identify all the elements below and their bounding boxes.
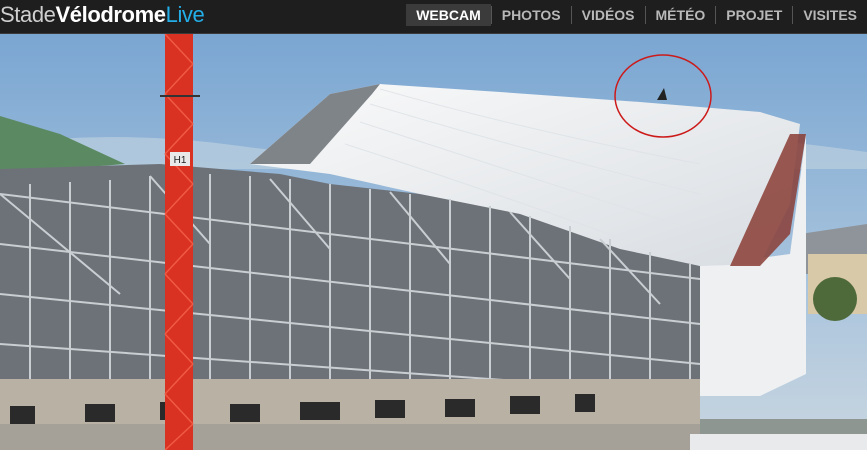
tree: [813, 277, 857, 321]
logo-velodrome: Vélodrome: [55, 2, 167, 27]
nav-visites[interactable]: VISITES: [793, 4, 867, 26]
crane-label: H1: [174, 155, 187, 166]
nav-projet[interactable]: PROJET: [716, 4, 792, 26]
logo-stade: Stade: [0, 2, 56, 27]
main-nav: WEBCAM PHOTOS VIDÉOS MÉTÉO PROJET VISITE…: [406, 4, 867, 26]
logo-live: Live: [165, 2, 205, 27]
top-bar: StadeVélodromeLive WEBCAM PHOTOS VIDÉOS …: [0, 0, 867, 34]
nav-meteo[interactable]: MÉTÉO: [646, 4, 716, 26]
nav-webcam[interactable]: WEBCAM: [406, 4, 491, 26]
webcam-image: H1: [0, 34, 867, 450]
nav-videos[interactable]: VIDÉOS: [572, 4, 645, 26]
nav-photos[interactable]: PHOTOS: [492, 4, 571, 26]
site-logo[interactable]: StadeVélodromeLive: [0, 2, 205, 27]
